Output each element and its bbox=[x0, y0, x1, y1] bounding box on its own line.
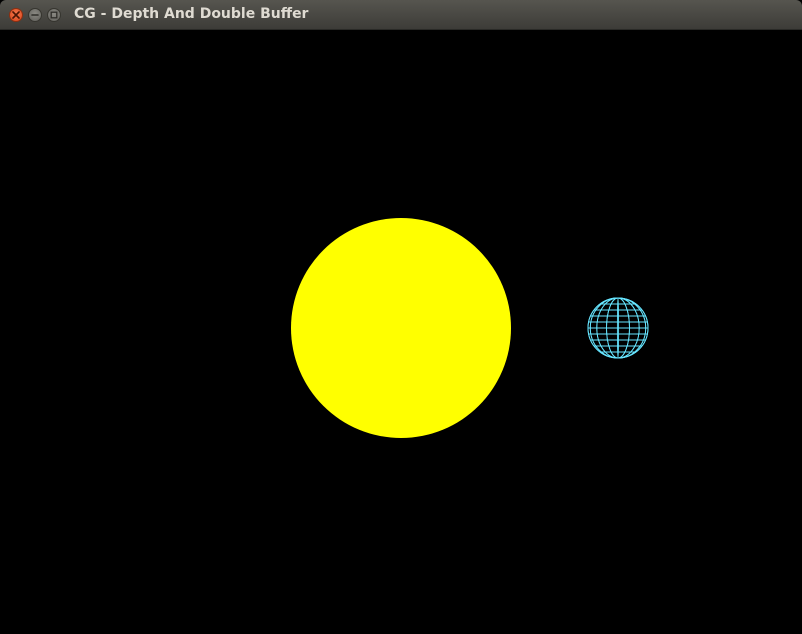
close-icon bbox=[12, 11, 20, 19]
maximize-button[interactable] bbox=[47, 8, 61, 22]
window-title: CG - Depth And Double Buffer bbox=[74, 6, 309, 22]
maximize-icon bbox=[50, 11, 58, 19]
minimize-icon bbox=[31, 14, 39, 16]
sun-sphere bbox=[291, 218, 511, 438]
render-canvas[interactable] bbox=[0, 30, 802, 630]
app-window: CG - Depth And Double Buffer bbox=[0, 0, 802, 630]
scene-svg bbox=[0, 30, 802, 630]
minimize-button[interactable] bbox=[28, 8, 42, 22]
title-bar[interactable]: CG - Depth And Double Buffer bbox=[0, 0, 802, 30]
close-button[interactable] bbox=[9, 8, 23, 22]
